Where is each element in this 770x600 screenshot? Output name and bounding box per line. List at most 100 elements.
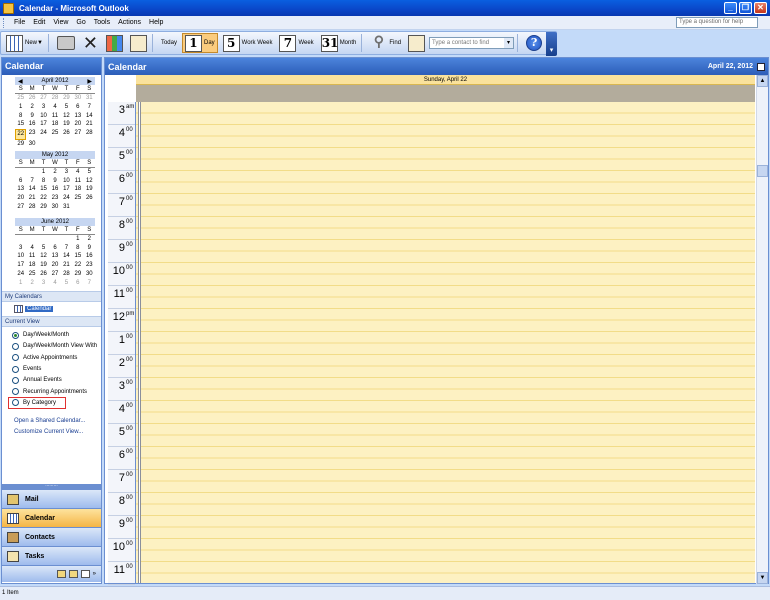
date-cell[interactable]: 22 xyxy=(38,194,49,203)
date-cell[interactable]: 2 xyxy=(49,168,60,177)
find-contact-input[interactable]: Type a contact to find ▾ xyxy=(429,37,515,49)
date-cell[interactable]: 15 xyxy=(72,252,83,261)
date-cell[interactable]: 29 xyxy=(38,203,49,212)
date-cell[interactable]: 3 xyxy=(38,279,49,288)
view-recurring-appointments[interactable]: Recurring Appointments xyxy=(12,386,101,397)
date-cell[interactable]: 9 xyxy=(49,177,60,186)
work-week-view-button[interactable]: 5 Work Week xyxy=(221,33,275,53)
date-cell[interactable]: 11 xyxy=(26,252,37,261)
date-cell[interactable]: 26 xyxy=(61,129,72,140)
date-cell[interactable]: 24 xyxy=(15,270,26,279)
date-cell[interactable]: 7 xyxy=(26,177,37,186)
all-day-event-area[interactable] xyxy=(136,85,755,102)
date-cell[interactable]: 30 xyxy=(26,140,37,149)
view-by-category[interactable]: By Category xyxy=(8,397,66,409)
folder-list-icon[interactable] xyxy=(68,570,78,578)
date-cell[interactable]: 17 xyxy=(15,261,26,270)
week-view-button[interactable]: 7 Week xyxy=(277,33,315,53)
date-cell[interactable]: 28 xyxy=(49,94,60,103)
date-cell[interactable]: 14 xyxy=(61,252,72,261)
date-cell[interactable]: 26 xyxy=(84,194,95,203)
date-cell[interactable]: 19 xyxy=(84,185,95,194)
date-cell[interactable]: 27 xyxy=(72,129,83,140)
find-contact-dropdown-icon[interactable]: ▾ xyxy=(504,38,514,48)
delete-button[interactable]: ✕ xyxy=(80,33,101,53)
date-cell[interactable]: 29 xyxy=(61,94,72,103)
date-cell[interactable]: 21 xyxy=(84,120,95,129)
date-cell[interactable]: 20 xyxy=(49,261,60,270)
date-cell[interactable]: 15 xyxy=(15,120,26,129)
date-cell[interactable]: 3 xyxy=(38,103,49,112)
appointment-grid[interactable] xyxy=(136,102,755,583)
date-cell[interactable]: 12 xyxy=(84,177,95,186)
date-cell[interactable]: 5 xyxy=(61,103,72,112)
date-cell[interactable]: 10 xyxy=(38,112,49,121)
next-month-icon[interactable]: ▶ xyxy=(87,78,92,85)
date-cell[interactable]: 25 xyxy=(49,129,60,140)
menu-view[interactable]: View xyxy=(53,19,68,26)
address-book-button-2[interactable] xyxy=(406,33,427,53)
calendar-nav-button[interactable]: Calendar xyxy=(2,508,101,527)
date-cell[interactable]: 13 xyxy=(15,185,26,194)
date-cell[interactable]: 14 xyxy=(26,185,37,194)
date-cell[interactable]: 26 xyxy=(38,270,49,279)
minimize-button[interactable]: _ xyxy=(724,2,737,14)
date-cell[interactable]: 8 xyxy=(15,112,26,121)
view-events[interactable]: Events xyxy=(12,363,101,374)
date-picker-icon[interactable] xyxy=(757,62,765,71)
date-cell[interactable]: 5 xyxy=(38,244,49,253)
date-cell[interactable]: 15 xyxy=(38,185,49,194)
date-cell[interactable]: 20 xyxy=(15,194,26,203)
open-shared-calendar-link[interactable]: Open a Shared Calendar... xyxy=(14,418,101,429)
view-active-appointments[interactable]: Active Appointments xyxy=(12,352,101,363)
date-cell[interactable]: 6 xyxy=(49,244,60,253)
my-calendars-heading[interactable]: My Calendars xyxy=(2,290,101,302)
date-cell[interactable]: 5 xyxy=(84,168,95,177)
date-cell[interactable]: 24 xyxy=(38,129,49,140)
date-cell[interactable]: 3 xyxy=(61,168,72,177)
today-button[interactable]: Today xyxy=(159,33,179,53)
current-view-heading[interactable]: Current View xyxy=(2,315,101,327)
date-cell[interactable]: 27 xyxy=(49,270,60,279)
date-cell[interactable]: 4 xyxy=(26,244,37,253)
date-cell[interactable]: 4 xyxy=(49,279,60,288)
date-cell[interactable]: 11 xyxy=(49,112,60,121)
notes-icon[interactable] xyxy=(56,570,66,578)
date-cell[interactable]: 16 xyxy=(49,185,60,194)
date-cell[interactable]: 10 xyxy=(15,252,26,261)
date-cell[interactable]: 19 xyxy=(38,261,49,270)
date-cell[interactable]: 4 xyxy=(49,103,60,112)
date-cell[interactable]: 28 xyxy=(84,129,95,140)
close-button[interactable]: ✕ xyxy=(754,2,767,14)
date-cell[interactable]: 30 xyxy=(49,203,60,212)
date-cell[interactable]: 1 xyxy=(38,168,49,177)
date-cell[interactable]: 6 xyxy=(72,279,83,288)
date-cell[interactable]: 13 xyxy=(49,252,60,261)
date-cell[interactable]: 26 xyxy=(26,94,37,103)
date-cell[interactable]: 3 xyxy=(15,244,26,253)
date-cell[interactable]: 25 xyxy=(26,270,37,279)
new-button[interactable]: New ▼ xyxy=(4,33,45,53)
view-day-week-month[interactable]: Day/Week/Month xyxy=(12,330,101,341)
date-cell[interactable]: 2 xyxy=(26,103,37,112)
date-cell[interactable]: 9 xyxy=(84,244,95,253)
menu-tools[interactable]: Tools xyxy=(94,19,110,26)
date-cell[interactable]: 6 xyxy=(72,103,83,112)
date-cell[interactable]: 20 xyxy=(72,120,83,129)
menu-file[interactable]: File xyxy=(14,19,25,26)
restore-button[interactable]: ❐ xyxy=(739,2,752,14)
calendar-grid-button[interactable] xyxy=(104,33,125,53)
configure-buttons-chevron-icon[interactable]: » xyxy=(93,571,96,577)
date-cell[interactable]: 27 xyxy=(15,203,26,212)
date-cell[interactable]: 2 xyxy=(84,235,95,244)
date-cell[interactable]: 28 xyxy=(26,203,37,212)
date-cell[interactable]: 16 xyxy=(84,252,95,261)
date-cell[interactable]: 2 xyxy=(26,279,37,288)
date-cell[interactable]: 22 xyxy=(15,129,27,140)
date-cell[interactable]: 8 xyxy=(72,244,83,253)
date-cell[interactable]: 18 xyxy=(72,185,83,194)
date-cell[interactable]: 25 xyxy=(15,94,26,103)
menu-go[interactable]: Go xyxy=(76,19,85,26)
date-cell[interactable]: 28 xyxy=(61,270,72,279)
date-cell[interactable]: 22 xyxy=(72,261,83,270)
